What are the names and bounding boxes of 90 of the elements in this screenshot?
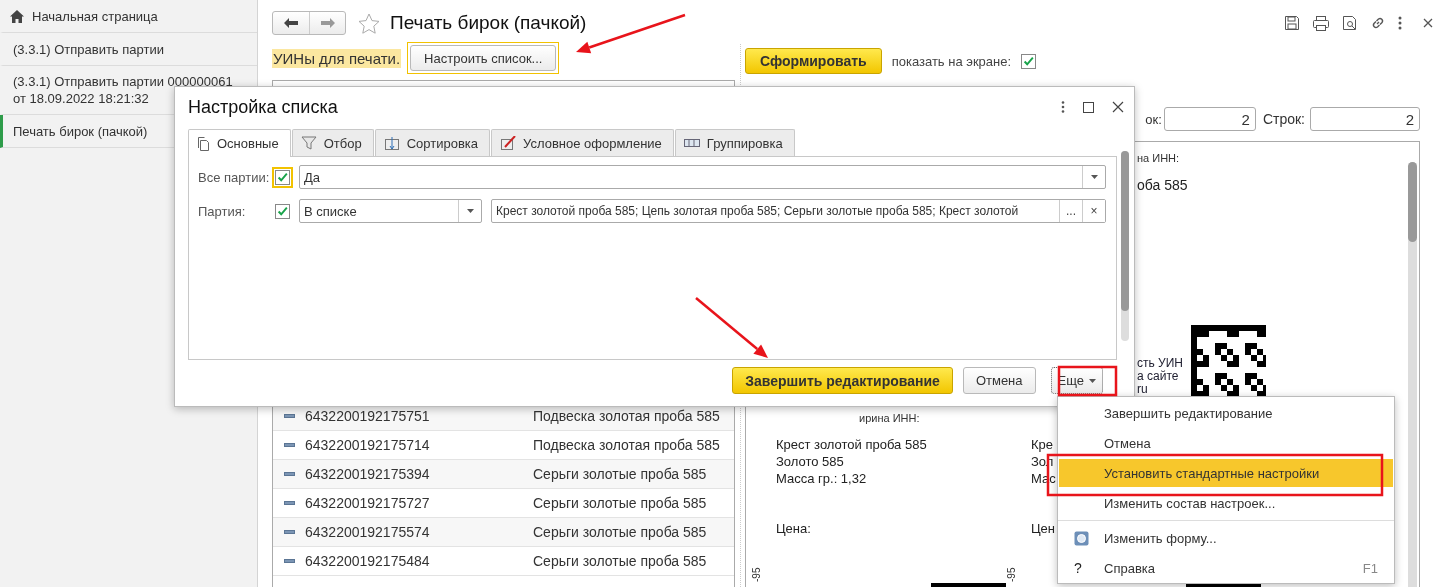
label-text: сть УИН bbox=[1137, 356, 1183, 370]
star-icon[interactable] bbox=[358, 12, 380, 34]
menu-item[interactable]: Изменить форму... bbox=[1059, 523, 1393, 553]
section-label: УИНы для печати. bbox=[272, 48, 402, 68]
table-cell: Подвеска золотая проба 585 bbox=[533, 437, 720, 453]
table-cell-text: 6432200192175394 bbox=[305, 466, 431, 482]
shortcut-label: F1 bbox=[1362, 560, 1378, 576]
document-icon bbox=[197, 136, 210, 151]
row-marker-icon bbox=[284, 501, 295, 505]
label-text: а сайте bbox=[1137, 369, 1179, 383]
clear-button[interactable]: × bbox=[1082, 200, 1105, 222]
generate-button[interactable]: Сформировать bbox=[745, 48, 882, 74]
preview-icon[interactable] bbox=[1342, 15, 1358, 31]
menu-item[interactable]: Изменить состав настроек... bbox=[1059, 488, 1393, 518]
use-checkbox[interactable] bbox=[275, 203, 290, 219]
row-marker-icon bbox=[284, 443, 295, 447]
value-dropdown[interactable]: Да bbox=[299, 165, 1106, 189]
field-label: Все партии: bbox=[198, 169, 271, 185]
value-field[interactable]: Крест золотой проба 585; Цепь золотая проба 585; Серьги золотые проба 585; Крест золотой ... × bbox=[491, 199, 1106, 223]
sort-icon bbox=[383, 135, 400, 151]
scrollbar[interactable] bbox=[1121, 151, 1129, 341]
table-cell: Серьги золотые проба 585 bbox=[533, 524, 707, 540]
tab[interactable]: Условное оформление bbox=[491, 129, 674, 156]
row-marker-icon bbox=[284, 472, 295, 476]
form-title: Печать бирок (пачкой) bbox=[390, 12, 587, 34]
label-text: на ИНН: bbox=[1137, 152, 1180, 164]
finish-editing-button[interactable]: Завершить редактирование bbox=[732, 367, 953, 394]
tab[interactable]: Группировка bbox=[674, 129, 795, 156]
label-text: Золото 585 bbox=[776, 453, 844, 470]
tab[interactable]: Сортировка bbox=[374, 129, 491, 156]
show-on-screen-checkbox[interactable] bbox=[1021, 53, 1037, 69]
caret-icon bbox=[1090, 175, 1098, 179]
home-icon bbox=[10, 9, 24, 23]
caret-icon bbox=[466, 209, 474, 213]
table-cell: Серьги золотые проба 585 bbox=[533, 495, 707, 511]
table-cell: Серьги золотые проба 585 bbox=[533, 466, 707, 482]
scrollbar[interactable] bbox=[1408, 162, 1417, 587]
form-icon bbox=[1074, 530, 1089, 546]
label-text: оба 585 bbox=[1137, 177, 1188, 194]
condition-dropdown[interactable]: В списке bbox=[299, 199, 482, 223]
label-text: Кре bbox=[1031, 436, 1054, 453]
help-icon: ? bbox=[1074, 560, 1082, 576]
menu-item[interactable]: ? Справка F1 bbox=[1059, 553, 1393, 583]
close-icon[interactable] bbox=[1422, 17, 1434, 29]
label-text: Крест золотой проба 585 bbox=[776, 436, 927, 453]
columns-field[interactable]: 2 bbox=[1163, 107, 1256, 131]
tab[interactable]: Основные bbox=[188, 129, 291, 157]
table-cell: Подвеска золотая проба 585 bbox=[533, 408, 720, 424]
sidebar-item[interactable]: Начальная страница bbox=[0, 0, 257, 33]
field-label: Строк: bbox=[1262, 111, 1305, 127]
table-cell-text: 6432200192175714 bbox=[305, 437, 431, 453]
label-text: Цен bbox=[1031, 520, 1056, 537]
label-text: Цена: bbox=[776, 520, 811, 537]
more-icon[interactable] bbox=[1061, 101, 1065, 113]
checkbox-label: показать на экране: bbox=[891, 53, 1012, 69]
table-cell-text: 6432200192175751 bbox=[305, 408, 431, 424]
configure-list-button[interactable]: Настроить список... bbox=[410, 45, 557, 71]
table-cell-text: 6432200192175727 bbox=[305, 495, 431, 511]
menu-item[interactable]: Завершить редактирование bbox=[1059, 398, 1393, 428]
print-icon[interactable] bbox=[1312, 15, 1330, 31]
field-label: Партия: bbox=[198, 203, 247, 219]
highlight-frame bbox=[1057, 365, 1118, 397]
sidebar-item[interactable]: (3.3.1) Отправить партии bbox=[0, 33, 257, 66]
label-text: -95 bbox=[751, 567, 762, 582]
label-text: ирина ИНН: bbox=[859, 412, 920, 424]
save-icon[interactable] bbox=[1284, 15, 1300, 31]
row-marker-icon bbox=[284, 414, 295, 418]
menu-item[interactable]: Отмена bbox=[1059, 428, 1393, 458]
funnel-icon bbox=[300, 136, 317, 150]
cancel-button[interactable]: Отмена bbox=[962, 367, 1036, 394]
caret-icon bbox=[1089, 378, 1096, 383]
right-arrow-icon bbox=[320, 18, 335, 28]
label-text: -95 bbox=[1006, 567, 1017, 582]
rows-field[interactable]: 2 bbox=[1310, 107, 1420, 131]
tab[interactable]: Отбор bbox=[291, 129, 374, 156]
more-icon[interactable] bbox=[1398, 16, 1402, 30]
close-icon[interactable] bbox=[1112, 101, 1124, 113]
left-arrow-icon bbox=[284, 18, 298, 28]
menu-item[interactable]: Установить стандартные настройки bbox=[1059, 459, 1393, 487]
label-text: Масса гр.: 1,32 bbox=[776, 470, 867, 487]
field-label: ок: bbox=[1145, 111, 1162, 127]
table-cell-text: 6432200192175484 bbox=[305, 553, 431, 569]
table-cell: Серьги золотые проба 585 bbox=[533, 553, 707, 569]
grouping-icon bbox=[683, 139, 700, 147]
row-marker-icon bbox=[284, 559, 295, 563]
link-icon[interactable] bbox=[1370, 15, 1386, 31]
table-cell-text: 6432200192175574 bbox=[305, 524, 431, 540]
maximize-icon[interactable] bbox=[1083, 101, 1094, 113]
row-marker-icon bbox=[284, 530, 295, 534]
label-text: ru bbox=[1137, 382, 1148, 396]
